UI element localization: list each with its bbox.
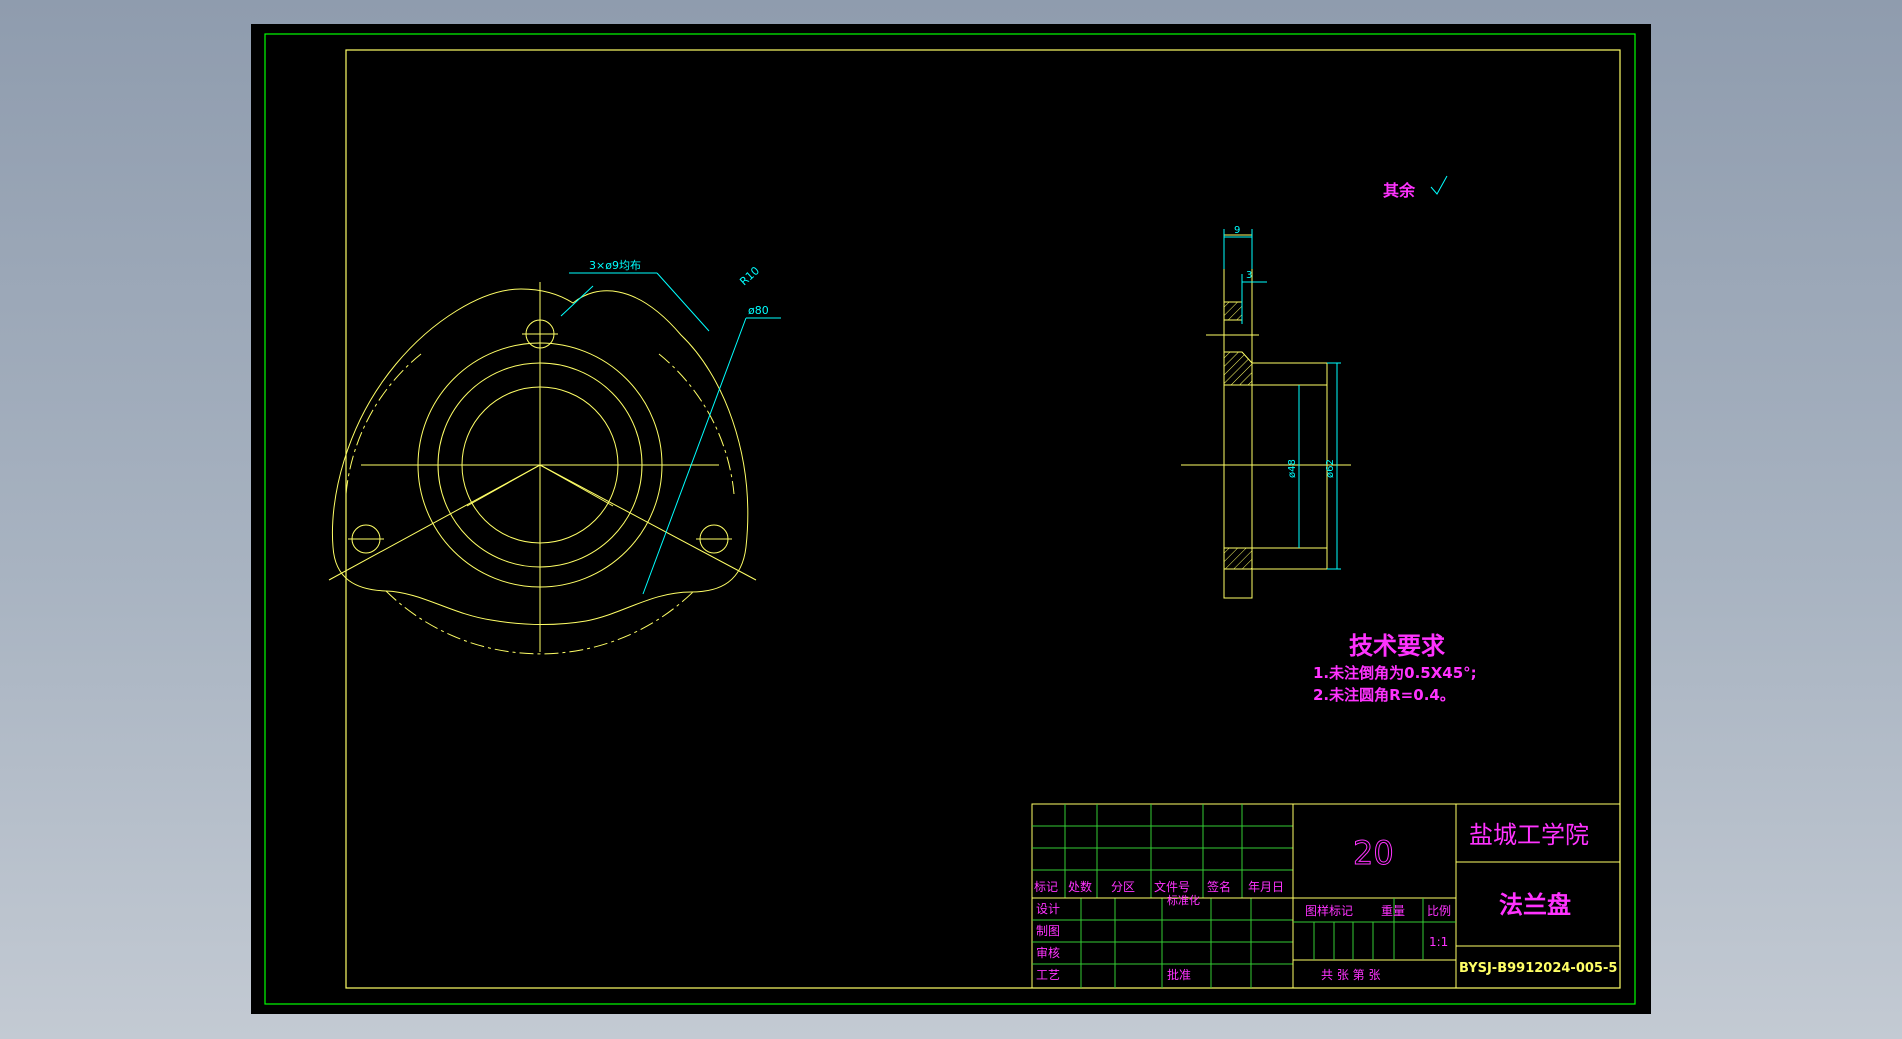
cad-drawing-canvas: 3×ø9均布 R10 ø80 9 3 ø48 ø62 其余 技术要求 1.未注倒…: [264, 33, 1636, 1005]
tech-req-item-2: 2.未注圆角R=0.4。: [1313, 686, 1455, 704]
value-scale: 1:1: [1429, 935, 1448, 949]
hole-note-text: 3×ø9均布: [589, 259, 641, 272]
school-name: 盐城工学院: [1469, 821, 1589, 849]
radius-leader: [560, 285, 594, 317]
drawing-number: BYSJ-B9912024-005-5: [1459, 961, 1617, 976]
header-date: 年月日: [1248, 880, 1284, 894]
front-view: [328, 282, 757, 655]
label-scale: 比例: [1427, 904, 1451, 918]
label-review: 审核: [1036, 945, 1060, 960]
section-hatch-upper: [1223, 351, 1253, 386]
title-block-text: 标记 处数 分区 文件号 签名 年月日 设计 标准化 制图 审核 工艺 批准 图…: [1034, 821, 1617, 982]
part-name: 法兰盘: [1499, 891, 1571, 919]
roughness-note: 其余: [1383, 181, 1416, 200]
dim-62-text: ø62: [1325, 459, 1336, 478]
front-view-dimensions: [560, 272, 781, 595]
label-approval: 批准: [1167, 967, 1191, 982]
bolt-circle-arc-right: [658, 353, 735, 495]
label-drafting: 制图: [1036, 924, 1060, 938]
label-standardization: 标准化: [1167, 893, 1200, 907]
side-view-outline: [1223, 234, 1328, 599]
radius-label-text: R10: [737, 264, 762, 288]
side-view: [1181, 234, 1351, 599]
dim-48-text: ø48: [1287, 459, 1298, 478]
header-file-no: 文件号: [1154, 879, 1190, 894]
label-design: 设计: [1036, 902, 1060, 916]
radial-line-3: [466, 464, 541, 507]
sheet-info: 共 张 第 张: [1321, 968, 1380, 982]
tech-req-title: 技术要求: [1349, 632, 1445, 660]
radial-line-2: [539, 464, 757, 581]
drawing-sheet: 3×ø9均布 R10 ø80 9 3 ø48 ø62 其余 技术要求 1.未注倒…: [251, 24, 1651, 1014]
section-hatch-lower: [1223, 547, 1253, 570]
outer-border: [264, 33, 1636, 1005]
dim-3-text: 3: [1246, 270, 1252, 281]
diameter-leader: [642, 317, 747, 595]
header-mark: 标记: [1034, 880, 1058, 894]
hole-note-leader: [656, 272, 710, 332]
tech-req-item-1: 1.未注倒角为0.5X45°;: [1313, 664, 1477, 682]
dim-9-text: 9: [1234, 225, 1240, 236]
section-hatch-hole: [1223, 301, 1243, 321]
header-zone: 分区: [1111, 880, 1135, 894]
material-value: 20: [1353, 834, 1394, 872]
bolt-circle-arc: [345, 353, 422, 495]
inner-frame: [345, 49, 1621, 989]
label-stage-mark: 图样标记: [1305, 903, 1353, 918]
header-count: 处数: [1068, 879, 1092, 894]
diameter-label-text: ø80: [748, 304, 769, 317]
header-signature: 签名: [1207, 879, 1231, 894]
label-weight: 重量: [1381, 904, 1405, 918]
label-process: 工艺: [1036, 968, 1060, 982]
side-view-dimensions: [1223, 229, 1341, 570]
radial-line-4: [539, 464, 614, 507]
roughness-check-symbol: [1430, 175, 1448, 195]
